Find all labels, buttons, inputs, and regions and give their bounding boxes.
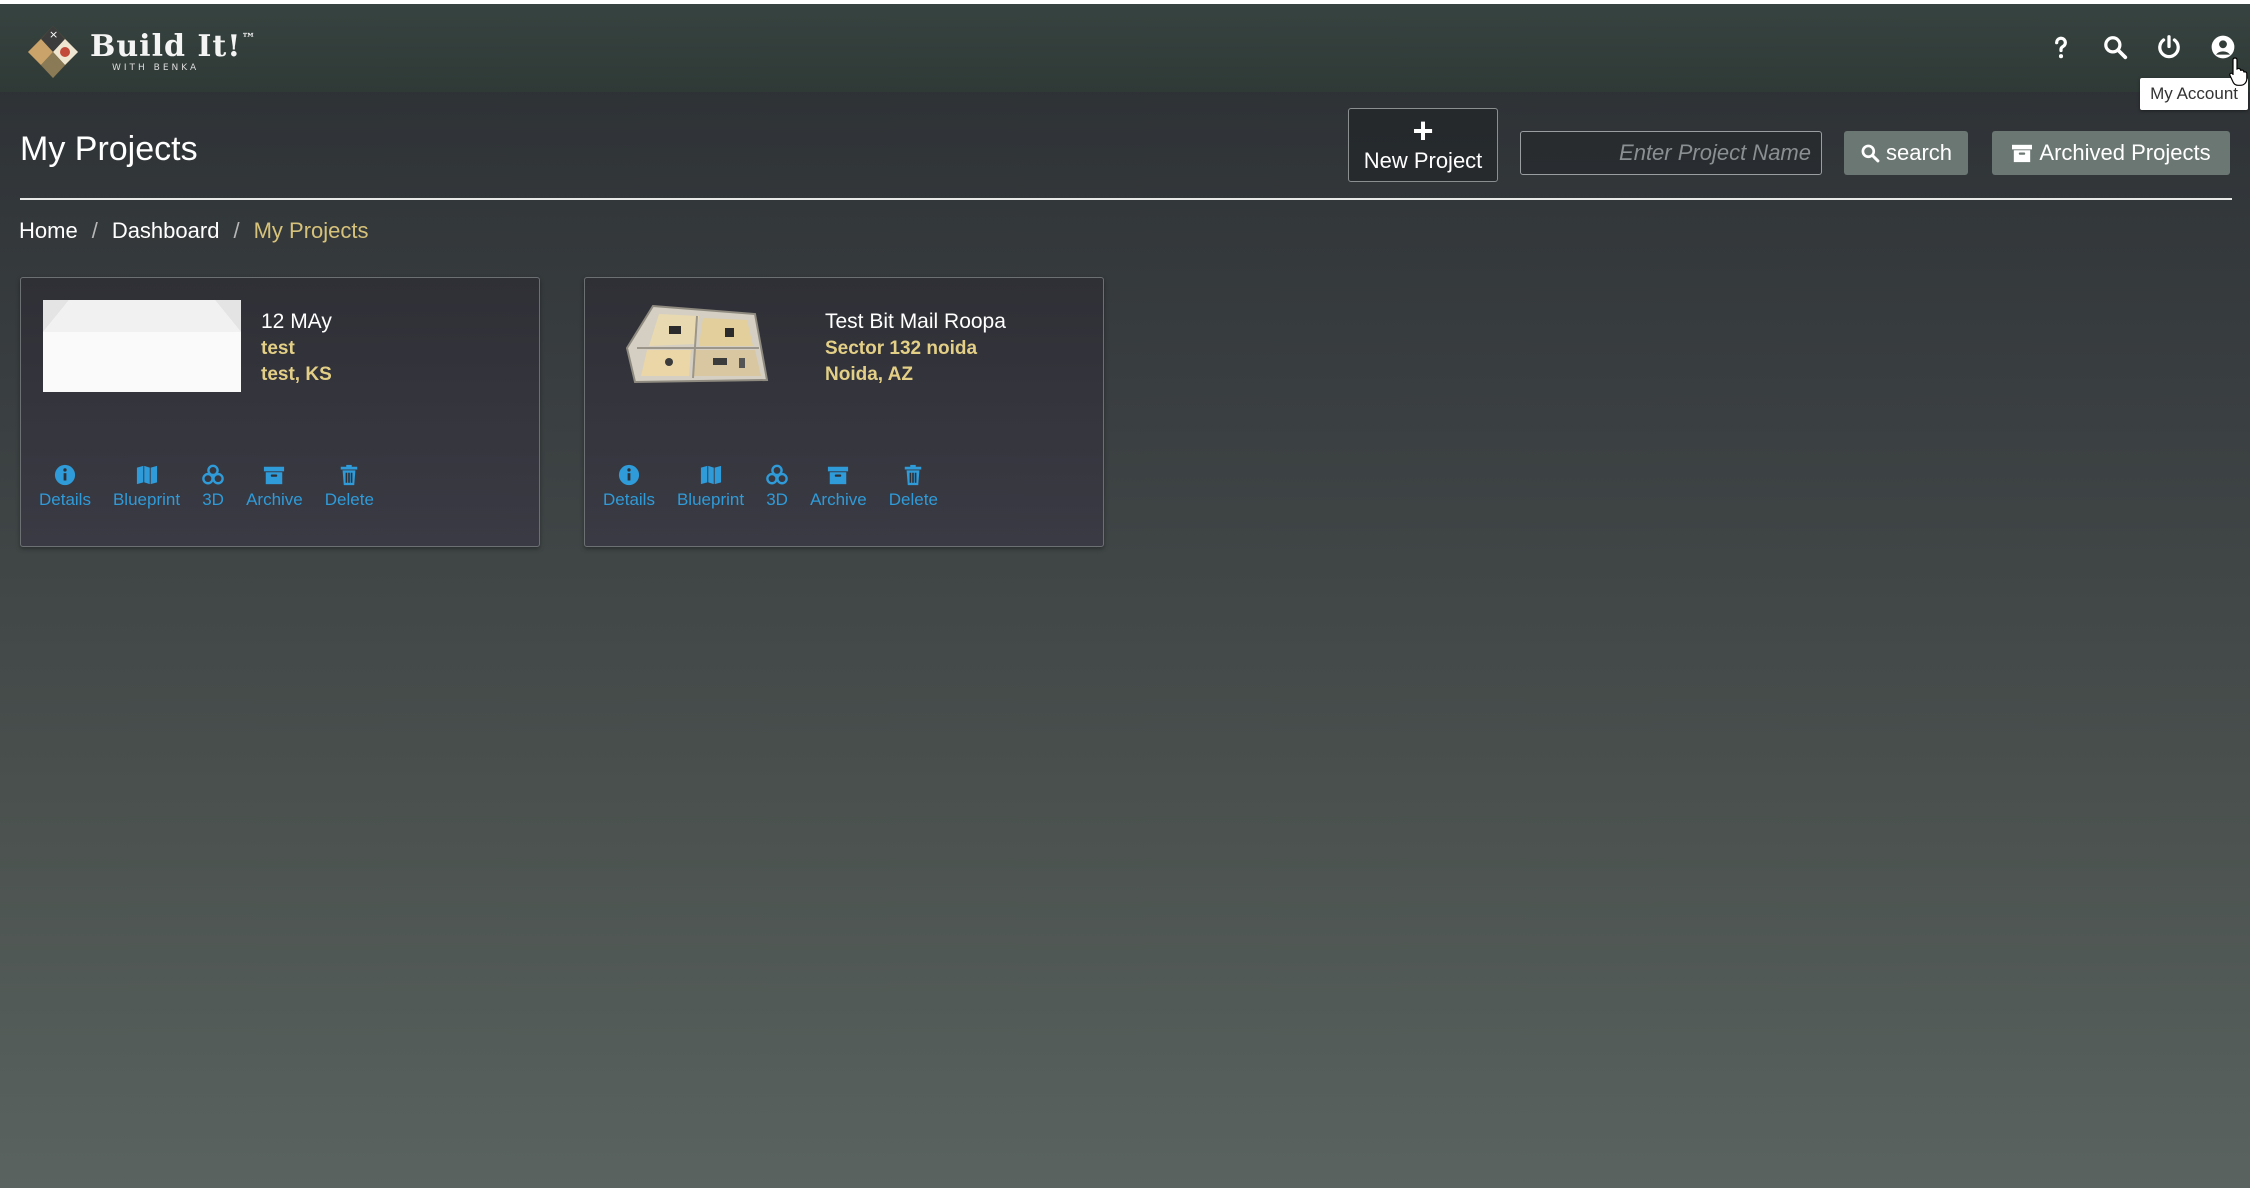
delete-label: Delete	[888, 490, 938, 509]
breadcrumb-home[interactable]: Home	[19, 218, 78, 244]
archive-label: Archive	[246, 490, 303, 509]
cubes-icon	[202, 464, 224, 485]
power-icon[interactable]	[2156, 34, 2182, 60]
project-city-state: Noida, AZ	[825, 364, 913, 385]
blueprint-action[interactable]: Blueprint	[677, 464, 744, 510]
search-icon	[1861, 144, 1880, 163]
search-button-label: search	[1885, 140, 1953, 165]
details-label: Details	[603, 490, 655, 509]
details-action[interactable]: Details	[603, 464, 655, 510]
project-name[interactable]: 12 MAy	[261, 310, 332, 334]
app-logo[interactable]: × Build It!™ WITH BENKA	[24, 24, 256, 80]
3d-action[interactable]: 3D	[202, 464, 224, 510]
search-button[interactable]: search	[1844, 131, 1968, 175]
breadcrumb-dashboard[interactable]: Dashboard	[112, 218, 220, 244]
project-address: test	[261, 338, 295, 359]
breadcrumb-current: My Projects	[253, 218, 369, 243]
archive-icon	[828, 466, 849, 485]
search-icon[interactable]	[2102, 34, 2128, 60]
3d-label: 3D	[766, 490, 788, 509]
top-navbar: × Build It!™ WITH BENKA	[0, 0, 2250, 92]
logo-mark-icon: ×	[28, 26, 78, 78]
delete-action[interactable]: Delete	[889, 464, 938, 510]
svg-text:×: ×	[49, 28, 58, 41]
3d-label: 3D	[202, 490, 224, 509]
project-card: Test Bit Mail Roopa Sector 132 noida Noi…	[584, 277, 1104, 547]
breadcrumb-separator: /	[233, 218, 240, 243]
page-title: My Projects	[20, 130, 198, 168]
archived-projects-button[interactable]: Archived Projects	[1992, 131, 2230, 175]
project-thumbnail[interactable]	[43, 300, 241, 392]
archive-box-icon	[2012, 144, 2033, 163]
blueprint-label: Blueprint	[112, 490, 181, 509]
header-divider	[20, 198, 2232, 200]
breadcrumb-separator: /	[91, 218, 98, 243]
cursor-hand-icon	[2229, 57, 2248, 86]
plus-icon: +	[1412, 110, 1434, 151]
delete-label: Delete	[324, 490, 374, 509]
project-card: 12 MAy test test, KS Details Blueprint 3…	[20, 277, 540, 547]
breadcrumb: Home / Dashboard / My Projects	[19, 218, 369, 244]
logo-trademark: ™	[241, 30, 257, 47]
project-thumbnail[interactable]	[607, 300, 805, 392]
trash-icon	[905, 464, 922, 486]
archived-projects-label: Archived Projects	[2039, 140, 2211, 165]
project-city-state: test, KS	[261, 364, 332, 385]
archive-label: Archive	[810, 490, 867, 509]
cubes-icon	[766, 464, 788, 485]
blueprint-label: Blueprint	[676, 490, 745, 509]
details-action[interactable]: Details	[39, 464, 91, 510]
map-icon	[136, 465, 157, 485]
project-name[interactable]: Test Bit Mail Roopa	[825, 310, 1006, 334]
project-search-input[interactable]	[1520, 131, 1822, 175]
info-icon	[618, 464, 640, 486]
details-label: Details	[39, 490, 91, 509]
logo-subtitle: WITH BENKA	[112, 62, 200, 73]
archive-action[interactable]: Archive	[246, 464, 303, 510]
delete-action[interactable]: Delete	[325, 464, 374, 510]
blueprint-action[interactable]: Blueprint	[113, 464, 180, 510]
archive-icon	[264, 466, 285, 485]
archive-action[interactable]: Archive	[810, 464, 867, 510]
help-icon[interactable]	[2048, 34, 2074, 60]
trash-icon	[341, 464, 358, 486]
new-project-label: New Project	[1363, 148, 1483, 173]
logo-title: Build It!	[90, 28, 242, 64]
map-icon	[700, 465, 721, 485]
info-icon	[54, 464, 76, 486]
new-project-button[interactable]: + New Project	[1348, 108, 1498, 182]
3d-action[interactable]: 3D	[766, 464, 788, 510]
project-address: Sector 132 noida	[825, 338, 978, 359]
